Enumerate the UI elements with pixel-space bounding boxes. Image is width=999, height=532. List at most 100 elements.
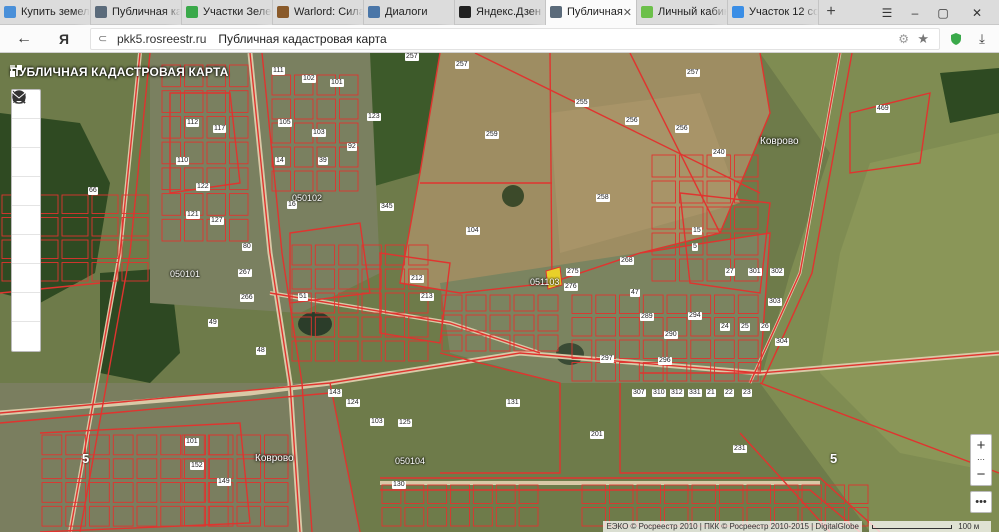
parcel-number-label[interactable]: 212 [410,275,424,283]
parcel-number-label[interactable]: 103 [312,129,326,137]
browser-tab[interactable]: Яндекс.Дзен [455,0,546,25]
parcel-number-label[interactable]: 289 [640,313,654,321]
parcel-number-label[interactable]: 15 [692,227,702,235]
parcel-number-label[interactable]: 143 [328,389,342,397]
download-icon[interactable]: ⤓ [972,29,992,49]
parcel-number-label[interactable]: 257 [455,61,469,69]
parcel-number-label[interactable]: 127 [210,217,224,225]
parcel-number-label[interactable]: 257 [686,69,700,77]
pencil-icon[interactable] [12,92,40,206]
parcel-number-label[interactable]: 23 [742,389,752,397]
parcel-number-label[interactable]: 101 [185,438,199,446]
parcel-number-label[interactable]: 257 [405,53,419,61]
parcel-number-label[interactable]: 259 [485,131,499,139]
parcel-number-label[interactable]: 213 [420,293,434,301]
parcel-number-label[interactable]: 111 [272,67,285,75]
parcel-number-label[interactable]: 49 [208,319,218,327]
parcel-number-label[interactable]: 302 [770,268,784,276]
parcel-number-label[interactable]: 66 [88,187,98,195]
parcel-number-label[interactable]: 268 [620,257,634,265]
parcel-number-label[interactable]: 266 [240,294,254,302]
measure-icon[interactable] [12,90,40,235]
parcel-number-label[interactable]: 131 [506,399,520,407]
parcel-number-label[interactable]: 22 [724,389,734,397]
parcel-number-label[interactable]: 80 [242,243,252,251]
parcel-number-label[interactable]: 304 [775,338,789,346]
bookmark-star-icon[interactable]: ★ [917,31,929,47]
help-icon[interactable]: ? [12,90,40,322]
parcel-number-label[interactable]: 122 [196,183,210,191]
parcel-number-label[interactable]: 256 [675,125,689,133]
zoom-in-button[interactable]: + [971,435,991,456]
parcel-number-label[interactable]: 117 [213,125,227,133]
parcel-number-label[interactable]: 267 [238,269,252,277]
layers-icon[interactable] [12,90,40,177]
mail-icon[interactable] [12,92,40,351]
parcel-number-label[interactable]: 201 [590,431,604,439]
shield-icon[interactable] [947,29,965,49]
parcel-number-label[interactable]: 123 [367,113,381,121]
parcel-number-label[interactable]: 290 [664,331,678,339]
quarter-label[interactable]: 050101 [170,269,200,279]
parcel-number-label[interactable]: 25 [740,323,750,331]
parcel-number-label[interactable]: 296 [658,357,672,365]
parcel-number-label[interactable]: 21 [706,389,716,397]
parcel-number-label[interactable]: 104 [466,227,480,235]
parcel-number-label[interactable]: 24 [720,323,730,331]
parcel-number-label[interactable]: 105 [278,119,292,127]
browser-tab[interactable]: Купить земел [0,0,91,25]
menu-icon[interactable]: ☰ [876,0,898,25]
browser-tab[interactable]: Диалоги [364,0,455,25]
parcel-number-label[interactable]: 130 [392,481,406,489]
parcel-number-label[interactable]: 101 [330,79,344,87]
parcel-number-label[interactable]: 39 [318,157,328,165]
browser-tab[interactable]: Участок 12 сот [728,0,819,25]
parcel-number-label[interactable]: 92 [347,143,357,151]
address-field[interactable]: ⊂ pkk5.rosreestr.ru Публичная кадастрова… [90,28,940,50]
more-button[interactable]: ••• [970,491,992,513]
yandex-logo[interactable]: Я [56,29,72,49]
parcel-number-label[interactable]: 258 [596,194,610,202]
parcel-number-label[interactable]: 276 [564,283,578,291]
parcel-number-label[interactable]: 240 [712,149,726,157]
parcel-number-label[interactable]: 16 [287,201,297,209]
parcel-number-label[interactable]: 121 [186,211,200,219]
browser-tab[interactable]: Личный кабин [637,0,728,25]
parcel-number-label[interactable]: 256 [625,117,639,125]
browser-tab[interactable]: Публичная кад [91,0,182,25]
close-tab-icon[interactable]: ✕ [623,6,632,19]
parcel-number-label[interactable]: 5 [692,243,698,251]
info-icon[interactable] [12,90,40,148]
parcel-number-label[interactable]: 112 [186,119,200,127]
close-window-icon[interactable]: ✕ [962,0,992,25]
parcel-number-label[interactable]: 51 [298,293,308,301]
parcel-number-label[interactable]: 47 [630,289,640,297]
parcel-number-label[interactable]: 469 [876,105,890,113]
browser-tab[interactable]: Участки Зелен [182,0,273,25]
parcel-number-label[interactable]: 102 [302,75,316,83]
parcel-number-label[interactable]: 26 [760,323,770,331]
back-button[interactable]: ← [14,29,34,49]
parcel-number-label[interactable]: 275 [566,268,580,276]
parcel-number-label[interactable]: 110 [176,157,190,165]
parcel-number-label[interactable]: 231 [733,445,747,453]
cadastral-map[interactable]: 050102 050101 051103 050104 Коврово Коврово 5 5… [0,53,999,532]
zoom-out-button[interactable]: − [971,464,991,485]
parcel-number-label[interactable]: 345 [380,203,394,211]
parcel-number-label[interactable]: 124 [346,399,360,407]
parcel-number-label[interactable]: 255 [575,99,589,107]
parcel-number-label[interactable]: 307 [632,389,646,397]
quarter-label[interactable]: 050104 [395,456,425,466]
browser-tab[interactable]: Публичная ✕ [546,0,637,25]
parcel-number-label[interactable]: 27 [725,268,735,276]
parcel-number-label[interactable]: 48 [256,347,266,355]
parcel-number-label[interactable]: 297 [600,355,614,363]
print-icon[interactable] [12,91,40,293]
maximize-icon[interactable]: ▢ [932,0,954,25]
parcel-number-label[interactable]: 294 [688,312,702,320]
new-tab-button[interactable]: + [819,0,843,25]
browser-tab[interactable]: Warlord: Сила [273,0,364,25]
parcel-number-label[interactable]: 331 [688,389,702,397]
parcel-number-label[interactable]: 312 [670,389,684,397]
minimize-icon[interactable]: – [904,0,926,25]
